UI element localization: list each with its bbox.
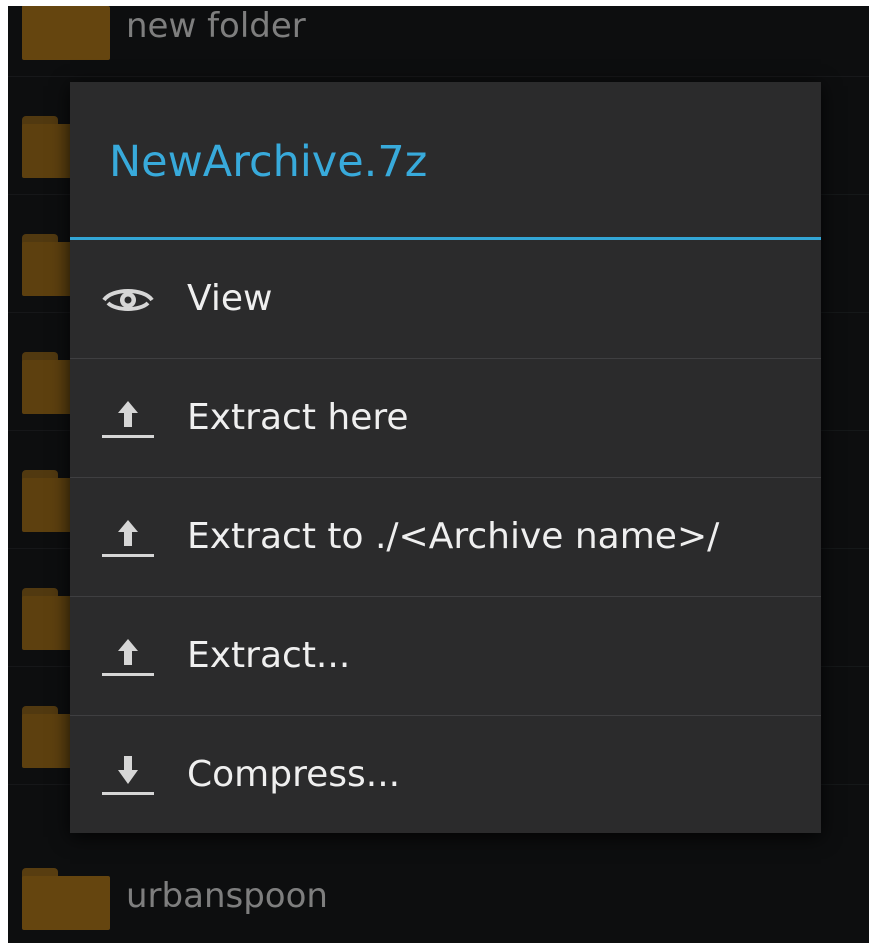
menu-item-label: Compress...: [187, 754, 401, 795]
menu-item-view[interactable]: View: [70, 240, 821, 359]
menu-item-extract-to-folder[interactable]: Extract to ./<Archive name>/: [70, 478, 821, 597]
folder-icon: [22, 6, 110, 60]
menu-item-label: Extract to ./<Archive name>/: [187, 516, 720, 557]
eye-icon: [102, 289, 154, 311]
menu-item-label: Extract here: [187, 397, 409, 438]
file-name: new folder: [126, 6, 306, 46]
dialog-header: NewArchive.7z: [70, 82, 821, 240]
dialog-title: NewArchive.7z: [109, 137, 428, 187]
dialog-menu: View Extract here Extract to ./<Archive …: [70, 240, 821, 834]
archive-context-dialog: NewArchive.7z View Extract here Extract …: [70, 82, 821, 833]
menu-item-extract[interactable]: Extract...: [70, 597, 821, 716]
file-manager-screen: new folder urbanspoon NewArchive.7z View…: [8, 6, 869, 943]
menu-item-label: View: [187, 278, 273, 319]
folder-icon: [22, 868, 110, 930]
file-name: urbanspoon: [126, 876, 328, 916]
menu-item-extract-here[interactable]: Extract here: [70, 359, 821, 478]
upload-arrow-icon: [102, 639, 154, 676]
menu-item-compress[interactable]: Compress...: [70, 716, 821, 834]
list-item[interactable]: urbanspoon: [8, 828, 869, 943]
menu-item-label: Extract...: [187, 635, 351, 676]
upload-arrow-icon: [102, 401, 154, 438]
list-item[interactable]: new folder: [8, 6, 869, 77]
upload-arrow-icon: [102, 520, 154, 557]
download-arrow-icon: [102, 756, 154, 795]
